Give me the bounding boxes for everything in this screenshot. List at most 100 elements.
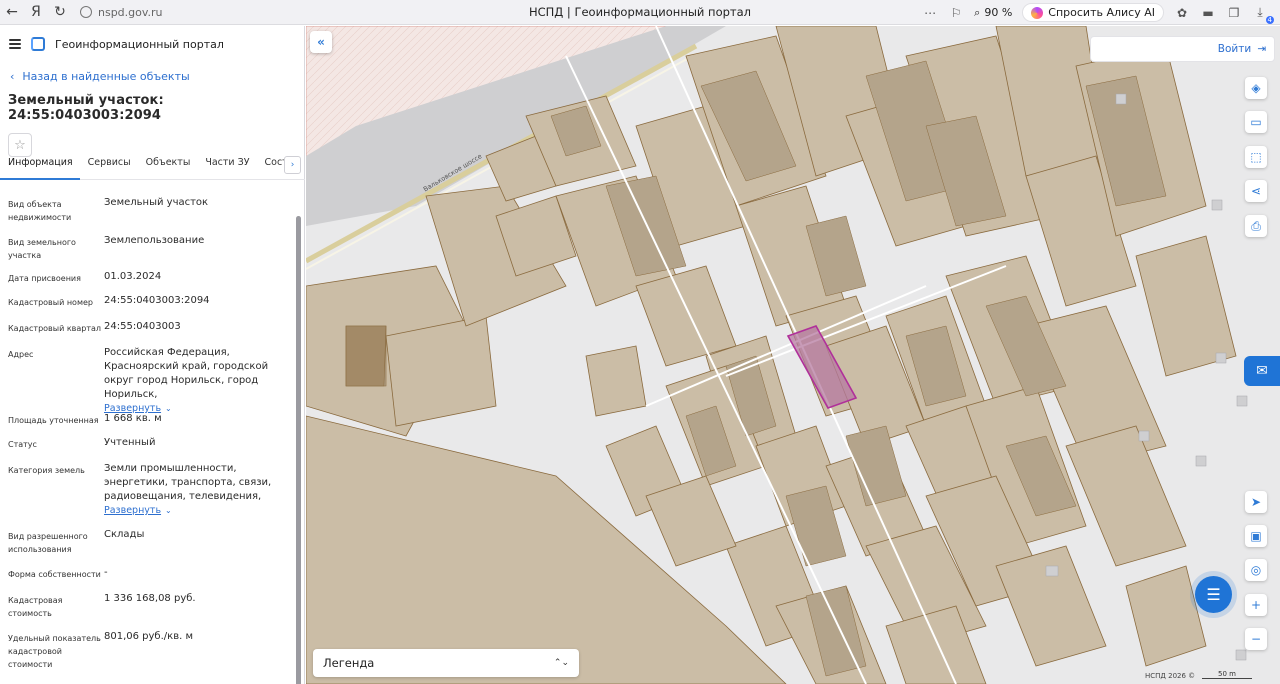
- property-value: 24:55:0403003: [104, 321, 181, 332]
- property-label: Вид земельного участка: [8, 238, 76, 260]
- tab-services[interactable]: Сервисы: [80, 156, 138, 180]
- property-value: 1 336 168,08 руб.: [104, 593, 196, 604]
- card-icon[interactable]: ▬: [1200, 5, 1216, 21]
- property-row: Кадастровая стоимость 1 336 168,08 руб.: [8, 592, 296, 620]
- minimap-icon: ▣: [1250, 529, 1262, 543]
- alice-label: Спросить Алису AI: [1048, 6, 1155, 19]
- property-label: Удельный показатель кадастровой стоимост…: [8, 634, 101, 669]
- support-chat-icon: ✉: [1256, 363, 1268, 379]
- minimap-button[interactable]: ▣: [1245, 525, 1267, 547]
- address-bar[interactable]: nspd.gov.ru: [80, 6, 240, 19]
- expand-category-link[interactable]: Развернуть ⌄: [104, 504, 296, 518]
- share-button[interactable]: ⋖: [1245, 180, 1267, 202]
- geolocation-button[interactable]: ◎: [1245, 559, 1267, 581]
- land-category-text: Земли промышленности, энергетики, трансп…: [104, 463, 272, 502]
- alice-button[interactable]: Спросить Алису AI: [1022, 3, 1164, 22]
- property-row: Площадь уточненная 1 668 кв. м: [8, 412, 296, 427]
- property-label: Площадь уточненная: [8, 416, 99, 425]
- tabs-scroll-right-button[interactable]: ›: [284, 156, 301, 174]
- bookmark-icon[interactable]: ⚐: [948, 5, 964, 21]
- collapse-sidebar-button[interactable]: «: [310, 31, 332, 53]
- property-value: Российская Федерация, Красноярский край,…: [104, 346, 296, 416]
- property-value: Землепользование: [104, 235, 205, 246]
- support-button[interactable]: ✉: [1244, 356, 1280, 386]
- share-icon: ⋖: [1250, 184, 1262, 198]
- info-sidebar: Геоинформационный портал ‹ Назад в найде…: [0, 26, 305, 684]
- login-button[interactable]: Войти ⇥: [1090, 36, 1275, 62]
- geolocation-icon: ◎: [1250, 563, 1262, 577]
- locate-button[interactable]: ➤: [1245, 491, 1267, 513]
- back-label: Назад в найденные объекты: [22, 70, 190, 83]
- property-row: Вид объекта недвижимости Земельный участ…: [8, 196, 296, 224]
- tab-objects[interactable]: Объекты: [138, 156, 198, 180]
- property-value: Склады: [104, 529, 145, 540]
- select-area-button[interactable]: ⬚: [1245, 146, 1267, 168]
- reload-icon[interactable]: ↻: [48, 1, 72, 23]
- portal-name[interactable]: Геоинформационный портал: [55, 38, 224, 51]
- property-row: Вид разрешенного использования Склады: [8, 528, 296, 556]
- yandex-icon[interactable]: Я: [24, 1, 48, 23]
- downloads-icon[interactable]: ⤓ 4: [1252, 5, 1274, 24]
- tab-parts[interactable]: Части ЗУ: [197, 156, 256, 180]
- back-to-results-link[interactable]: ‹ Назад в найденные объекты: [10, 70, 304, 83]
- scrollbar-thumb[interactable]: [296, 216, 301, 684]
- tab-info[interactable]: Информация: [0, 156, 80, 180]
- tabs-icon[interactable]: ❐: [1226, 5, 1242, 21]
- menu-icon[interactable]: [9, 39, 21, 49]
- property-label: Статус: [8, 440, 37, 449]
- chat-button[interactable]: ☰: [1195, 576, 1232, 613]
- property-row: Удельный показатель кадастровой стоимост…: [8, 630, 296, 671]
- zoom-value: 90 %: [984, 6, 1013, 19]
- property-label: Вид объекта недвижимости: [8, 200, 72, 222]
- property-label: Адрес: [8, 350, 34, 359]
- zoom-out-icon: −: [1250, 632, 1262, 646]
- chevron-down-icon: ⌄: [165, 506, 172, 515]
- property-row: Категория земель Земли промышленности, э…: [8, 462, 296, 518]
- portal-logo-icon: [31, 37, 45, 51]
- browser-toolbar: ← Я ↻ nspd.gov.ru НСПД | Геоинформационн…: [0, 0, 1280, 25]
- expand-label: Развернуть: [104, 505, 162, 516]
- url-text[interactable]: nspd.gov.ru: [98, 6, 163, 19]
- map-canvas[interactable]: [306, 26, 1280, 684]
- more-icon[interactable]: ⋯: [922, 5, 938, 21]
- ruler-button[interactable]: ▭: [1245, 111, 1267, 133]
- double-chevron-left-icon: «: [317, 35, 325, 49]
- select-area-icon: ⬚: [1250, 150, 1262, 164]
- star-icon: ☆: [14, 137, 26, 153]
- sidebar-scrollbar[interactable]: [296, 216, 301, 684]
- expand-collapse-icon: ⌃⌄: [553, 658, 569, 668]
- property-row: Форма собственности -: [8, 566, 296, 581]
- layers-button[interactable]: ◈: [1245, 77, 1267, 99]
- properties-list: Вид объекта недвижимости Земельный участ…: [0, 188, 296, 678]
- chevron-left-icon: ‹: [10, 70, 15, 83]
- property-label: Дата присвоения: [8, 274, 81, 283]
- property-row: Вид земельного участка Землепользование: [8, 234, 296, 262]
- object-title: Земельный участок: 24:55:0403003:2094: [8, 93, 164, 123]
- site-info-icon[interactable]: [80, 6, 92, 18]
- zoom-indicator[interactable]: ⌕ 90 %: [974, 6, 1012, 20]
- address-text: Российская Федерация, Красноярский край,…: [104, 347, 269, 400]
- layers-icon: ◈: [1251, 81, 1261, 95]
- favorite-button[interactable]: ☆: [8, 133, 32, 157]
- locate-icon: ➤: [1250, 495, 1262, 509]
- property-value: 24:55:0403003:2094: [104, 295, 210, 306]
- legend-dropdown[interactable]: Легенда ⌃⌄: [313, 649, 579, 677]
- property-value: 1 668 кв. м: [104, 413, 162, 424]
- map-view[interactable]: Вальковское шоссе « Войти ⇥ ◈ ▭ ⬚ ⋖ ⎙ ✉ …: [306, 26, 1280, 684]
- zoom-in-button[interactable]: +: [1245, 594, 1267, 616]
- alice-icon: [1031, 6, 1044, 19]
- back-arrow-icon[interactable]: ←: [0, 1, 24, 23]
- print-button[interactable]: ⎙: [1245, 215, 1267, 237]
- extension-icon[interactable]: ✿: [1174, 5, 1190, 21]
- zoom-icon: ⌕: [974, 5, 981, 19]
- property-value: Земли промышленности, энергетики, трансп…: [104, 462, 296, 518]
- property-row: Статус Учтенный: [8, 436, 296, 451]
- property-row: Дата присвоения 01.03.2024: [8, 270, 296, 285]
- map-attribution: НСПД 2026 ©: [1145, 672, 1196, 680]
- ruler-icon: ▭: [1250, 115, 1262, 129]
- zoom-out-button[interactable]: −: [1245, 628, 1267, 650]
- login-icon: ⇥: [1257, 43, 1266, 55]
- property-label: Категория земель: [8, 466, 85, 475]
- legend-label: Легенда: [323, 656, 375, 670]
- chevron-right-icon: ›: [290, 160, 295, 170]
